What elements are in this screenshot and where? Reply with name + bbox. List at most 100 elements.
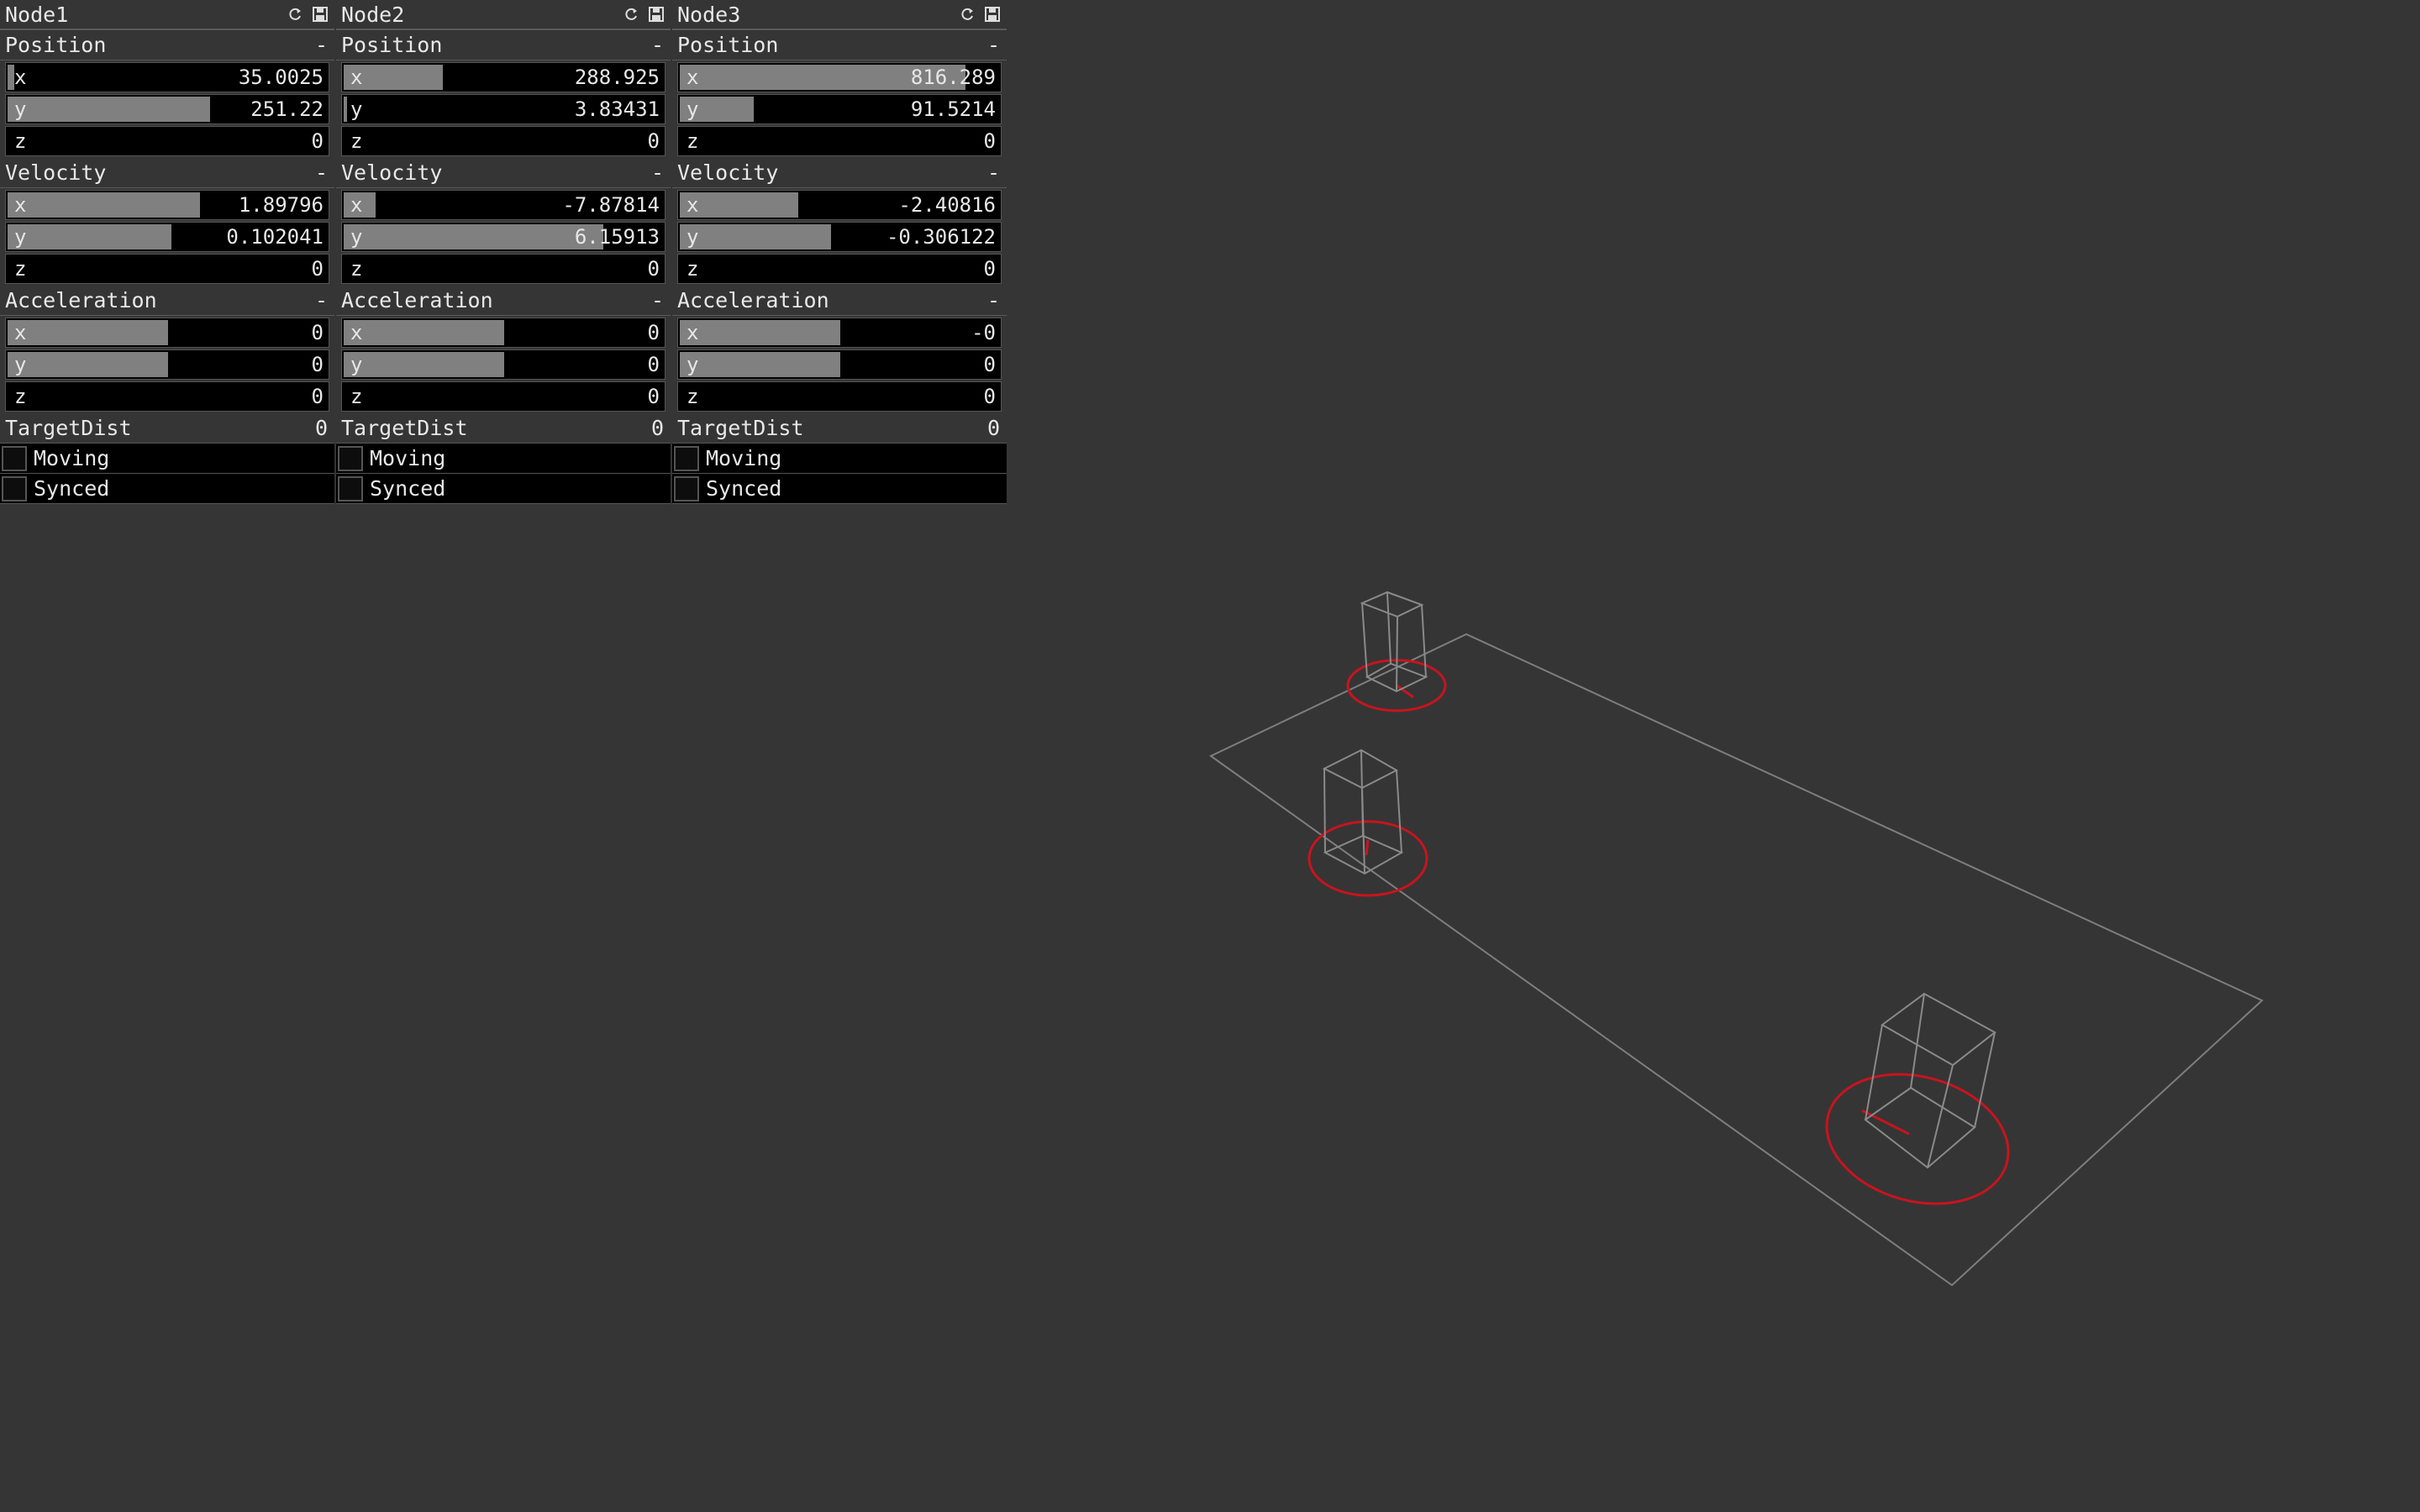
acceleration-y-slider[interactable]: y0 bbox=[341, 349, 666, 380]
position-y-slider[interactable]: y 251.22 bbox=[5, 94, 329, 124]
acceleration-x-slider[interactable]: x -0 bbox=[677, 318, 1002, 348]
synced-checkbox[interactable] bbox=[2, 475, 27, 501]
node-panel: Node3 Position - x 816.289 y 91.5214 z 0 Velocit… bbox=[672, 0, 1007, 532]
target-dist-label: TargetDist bbox=[5, 416, 132, 440]
synced-toggle[interactable]: Synced bbox=[336, 474, 671, 504]
velocity-y-slider[interactable]: y 6.15913 bbox=[341, 222, 666, 252]
panel-header[interactable]: Node1 bbox=[0, 0, 334, 30]
panel-header[interactable]: Node2 bbox=[336, 0, 671, 30]
save-icon[interactable] bbox=[983, 5, 1002, 24]
group-header-acceleration[interactable]: Acceleration - bbox=[336, 286, 671, 316]
moving-checkbox[interactable] bbox=[674, 445, 699, 471]
velocity-x-slider[interactable]: x -2.40816 bbox=[677, 190, 1002, 220]
acceleration-z-slider[interactable]: z0 bbox=[5, 381, 329, 412]
synced-toggle[interactable]: Synced bbox=[0, 474, 334, 504]
collapse-icon[interactable]: - bbox=[651, 33, 664, 57]
moving-checkbox[interactable] bbox=[338, 445, 363, 471]
slider-axis-label: y bbox=[350, 97, 363, 121]
slider-value: 0 bbox=[647, 385, 660, 408]
synced-checkbox[interactable] bbox=[674, 475, 699, 501]
group-header-velocity[interactable]: Velocity - bbox=[336, 158, 671, 188]
panel-title: Node2 bbox=[341, 2, 405, 27]
slider-value: 0 bbox=[311, 353, 324, 376]
slider-axis-label: z bbox=[14, 385, 27, 408]
refresh-icon[interactable] bbox=[622, 5, 640, 24]
acceleration-y-slider[interactable]: y0 bbox=[677, 349, 1002, 380]
slider-axis-label: y bbox=[14, 353, 27, 376]
slider-value: 0 bbox=[311, 321, 324, 344]
slider-value: 0 bbox=[311, 385, 324, 408]
collapse-icon[interactable]: - bbox=[315, 33, 328, 57]
velocity-z-slider[interactable]: z0 bbox=[677, 254, 1002, 284]
slider-value: 0 bbox=[647, 353, 660, 376]
group-header-position[interactable]: Position - bbox=[336, 30, 671, 60]
slider-axis-label: y bbox=[14, 225, 27, 249]
collapse-icon[interactable]: - bbox=[315, 288, 328, 312]
collapse-icon[interactable]: - bbox=[315, 160, 328, 185]
acceleration-y-slider[interactable]: y0 bbox=[5, 349, 329, 380]
velocity-z-slider[interactable]: z0 bbox=[341, 254, 666, 284]
collapse-icon[interactable]: - bbox=[651, 160, 664, 185]
panel-header-icons bbox=[286, 5, 329, 24]
agent-box-edge bbox=[1396, 769, 1402, 853]
slider-axis-label: z bbox=[14, 257, 27, 281]
node-agent-3[interactable] bbox=[1812, 992, 2023, 1223]
group-title: Position bbox=[677, 33, 779, 57]
slider-value: 35.0025 bbox=[238, 66, 324, 89]
refresh-icon[interactable] bbox=[286, 5, 304, 24]
moving-checkbox[interactable] bbox=[2, 445, 27, 471]
panel-header[interactable]: Node3 bbox=[672, 0, 1007, 30]
slider-value: 3.83431 bbox=[574, 97, 660, 121]
velocity-y-slider[interactable]: y -0.306122 bbox=[677, 222, 1002, 252]
velocity-z-slider[interactable]: z0 bbox=[5, 254, 329, 284]
acceleration-z-slider[interactable]: z0 bbox=[677, 381, 1002, 412]
position-x-slider[interactable]: x 35.0025 bbox=[5, 62, 329, 92]
position-z-slider[interactable]: z0 bbox=[341, 126, 666, 156]
group-header-velocity[interactable]: Velocity - bbox=[0, 158, 334, 188]
slider-fill bbox=[680, 352, 840, 377]
agent-box-top bbox=[1360, 591, 1424, 618]
slider-axis-label: z bbox=[14, 129, 27, 153]
group-header-acceleration[interactable]: Acceleration - bbox=[672, 286, 1007, 316]
collapse-icon[interactable]: - bbox=[987, 288, 1000, 312]
position-y-slider[interactable]: y 91.5214 bbox=[677, 94, 1002, 124]
moving-toggle[interactable]: Moving bbox=[672, 444, 1007, 474]
target-dist-value: 0 bbox=[650, 416, 664, 440]
group-header-position[interactable]: Position - bbox=[672, 30, 1007, 60]
acceleration-z-slider[interactable]: z0 bbox=[341, 381, 666, 412]
slider-axis-label: y bbox=[687, 353, 699, 376]
group-header-velocity[interactable]: Velocity - bbox=[672, 158, 1007, 188]
velocity-y-slider[interactable]: y 0.102041 bbox=[5, 222, 329, 252]
position-y-slider[interactable]: y 3.83431 bbox=[341, 94, 666, 124]
position-z-slider[interactable]: z0 bbox=[677, 126, 1002, 156]
collapse-icon[interactable]: - bbox=[987, 33, 1000, 57]
collapse-icon[interactable]: - bbox=[987, 160, 1000, 185]
position-x-slider[interactable]: x 816.289 bbox=[677, 62, 1002, 92]
save-icon[interactable] bbox=[311, 5, 329, 24]
velocity-x-slider[interactable]: x 1.89796 bbox=[5, 190, 329, 220]
synced-label: Synced bbox=[370, 476, 446, 501]
slider-value: 0 bbox=[983, 129, 996, 153]
synced-label: Synced bbox=[706, 476, 782, 501]
position-z-slider[interactable]: z0 bbox=[5, 126, 329, 156]
acceleration-x-slider[interactable]: x0 bbox=[341, 318, 666, 348]
node-agent-2[interactable] bbox=[1307, 748, 1428, 897]
collapse-icon[interactable]: - bbox=[651, 288, 664, 312]
acceleration-x-slider[interactable]: x0 bbox=[5, 318, 329, 348]
refresh-icon[interactable] bbox=[958, 5, 976, 24]
synced-checkbox[interactable] bbox=[338, 475, 363, 501]
synced-toggle[interactable]: Synced bbox=[672, 474, 1007, 504]
position-x-slider[interactable]: x 288.925 bbox=[341, 62, 666, 92]
group-header-position[interactable]: Position - bbox=[0, 30, 334, 60]
velocity-x-slider[interactable]: x -7.87814 bbox=[341, 190, 666, 220]
save-icon[interactable] bbox=[647, 5, 666, 24]
moving-toggle[interactable]: Moving bbox=[0, 444, 334, 474]
group-title: Velocity bbox=[677, 160, 779, 185]
agent-box-edge bbox=[1421, 604, 1427, 678]
slider-axis-label: y bbox=[687, 225, 699, 249]
slider-axis-label: y bbox=[14, 97, 27, 121]
group-header-acceleration[interactable]: Acceleration - bbox=[0, 286, 334, 316]
agent-heading bbox=[1365, 839, 1370, 856]
moving-toggle[interactable]: Moving bbox=[336, 444, 671, 474]
target-dist-row: TargetDist 0 bbox=[672, 413, 1007, 444]
